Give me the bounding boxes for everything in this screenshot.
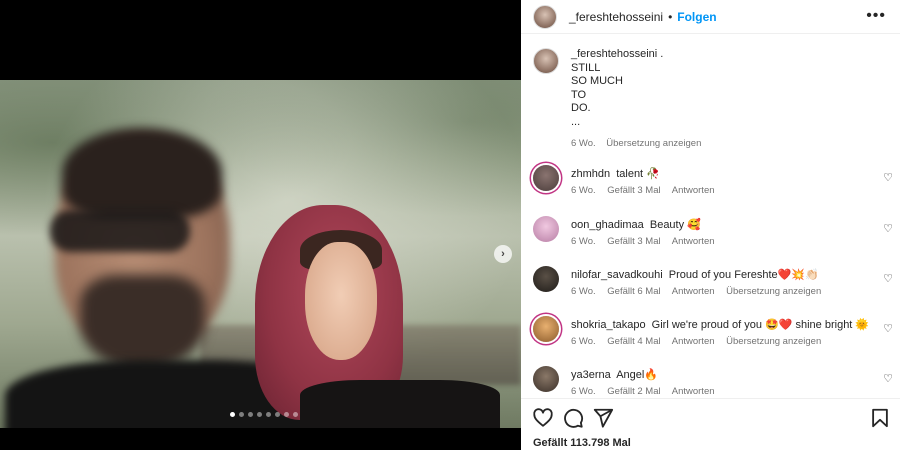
heart-icon[interactable] xyxy=(532,407,554,429)
comment-avatar[interactable] xyxy=(533,266,559,292)
carousel-indicator xyxy=(230,412,298,417)
bookmark-icon[interactable] xyxy=(869,407,891,429)
comment-text: talent 🥀 xyxy=(616,168,660,180)
carousel-dot xyxy=(257,412,262,417)
comment-reply-link[interactable]: Antworten xyxy=(672,236,715,247)
comment-like-heart-icon[interactable]: ♡ xyxy=(883,222,893,235)
caption-suffix: . xyxy=(657,48,664,60)
caption-username[interactable]: _fereshtehosseini xyxy=(571,48,657,60)
comment-username[interactable]: zhmhdn xyxy=(571,168,610,180)
carousel-dot xyxy=(239,412,244,417)
more-options-icon[interactable]: ••• xyxy=(866,7,886,25)
comment-likes[interactable]: Gefällt 3 Mal xyxy=(607,185,660,196)
likes-count[interactable]: Gefällt 113.798 Mal xyxy=(533,437,631,449)
comment-avatar[interactable] xyxy=(533,316,559,342)
header-separator: • xyxy=(668,9,673,24)
man-beard xyxy=(80,275,205,370)
comment-avatar[interactable] xyxy=(533,366,559,392)
post-actions-bar xyxy=(521,398,900,434)
comment-text: Proud of you Fereshte❤️💥👏🏻 xyxy=(668,269,819,281)
comment-like-heart-icon[interactable]: ♡ xyxy=(883,372,893,385)
comment-item: oon_ghadimaa Beauty 🥰 6 Wo. Gefällt 3 Ma… xyxy=(533,216,893,256)
comment-avatar[interactable] xyxy=(533,165,559,191)
caption-line: ... xyxy=(571,115,581,128)
woman-body xyxy=(300,380,500,428)
comment-age: 6 Wo. xyxy=(571,236,596,247)
caption-meta: 6 Wo. Übersetzung anzeigen xyxy=(571,137,709,151)
comment-item: shokria_takapo Girl we're proud of you 🤩… xyxy=(533,316,893,356)
next-image-button[interactable]: › xyxy=(494,245,512,263)
caption-line: TO xyxy=(571,88,587,101)
post-media: › xyxy=(0,0,521,450)
comment-likes[interactable]: Gefällt 6 Mal xyxy=(607,286,660,297)
comment-item: nilofar_savadkouhi Proud of you Fereshte… xyxy=(533,266,893,306)
comment-username[interactable]: oon_ghadimaa xyxy=(571,219,644,231)
comment-like-heart-icon[interactable]: ♡ xyxy=(883,171,893,184)
comment-likes[interactable]: Gefällt 4 Mal xyxy=(607,336,660,347)
caption-line: DO. xyxy=(571,102,591,114)
comment-age: 6 Wo. xyxy=(571,336,596,347)
comment-likes[interactable]: Gefällt 2 Mal xyxy=(607,386,660,397)
woman-face xyxy=(305,242,377,360)
comment-age: 6 Wo. xyxy=(571,286,596,297)
comment-text: Beauty 🥰 xyxy=(649,219,701,231)
comment-item: zhmhdn talent 🥀 6 Wo. Gefällt 3 Mal Antw… xyxy=(533,165,893,205)
comment-reply-link[interactable]: Antworten xyxy=(672,386,715,397)
carousel-dot xyxy=(248,412,253,417)
comment-reply-link[interactable]: Antworten xyxy=(672,286,715,297)
comment-avatar[interactable] xyxy=(533,216,559,242)
comment-icon[interactable] xyxy=(562,407,584,429)
send-icon[interactable] xyxy=(592,407,614,429)
comment-like-heart-icon[interactable]: ♡ xyxy=(883,272,893,285)
comment-likes[interactable]: Gefällt 3 Mal xyxy=(607,236,660,247)
caption-translate-link[interactable]: Übersetzung anzeigen xyxy=(606,138,701,149)
caption-avatar[interactable] xyxy=(533,48,559,74)
man-sunglasses xyxy=(50,210,190,252)
author-avatar[interactable] xyxy=(533,4,557,29)
carousel-dot xyxy=(230,412,235,417)
author-username[interactable]: _fereshtehosseini xyxy=(569,10,663,24)
comment-translate-link[interactable]: Übersetzung anzeigen xyxy=(726,336,821,347)
comment-username[interactable]: ya3erna xyxy=(571,369,611,381)
comment-reply-link[interactable]: Antworten xyxy=(672,185,715,196)
caption-age: 6 Wo. xyxy=(571,138,596,149)
post-header: _fereshtehosseini • Folgen ••• xyxy=(521,0,900,34)
comment-text: Girl we're proud of you 🤩❤️ shine bright… xyxy=(651,319,870,331)
carousel-dot xyxy=(293,412,298,417)
comment-username[interactable]: nilofar_savadkouhi xyxy=(571,269,663,281)
comment-like-heart-icon[interactable]: ♡ xyxy=(883,322,893,335)
comment-reply-link[interactable]: Antworten xyxy=(672,336,715,347)
comment-text: Angel🔥 xyxy=(616,369,659,381)
post-photo xyxy=(0,80,521,428)
post-caption: _fereshtehosseini . STILL SO MUCH TO DO.… xyxy=(533,48,883,151)
post-side-panel: _fereshtehosseini • Folgen ••• _fereshte… xyxy=(521,0,900,450)
comment-translate-link[interactable]: Übersetzung anzeigen xyxy=(726,286,821,297)
chevron-right-icon: › xyxy=(501,248,505,260)
comment-age: 6 Wo. xyxy=(571,185,596,196)
caption-line: STILL xyxy=(571,61,601,74)
carousel-dot xyxy=(284,412,289,417)
caption-line: SO MUCH xyxy=(571,75,623,87)
man-hair xyxy=(62,128,222,218)
comment-username[interactable]: shokria_takapo xyxy=(571,319,646,331)
carousel-dot xyxy=(275,412,280,417)
comment-age: 6 Wo. xyxy=(571,386,596,397)
follow-button[interactable]: Folgen xyxy=(677,10,716,24)
carousel-dot xyxy=(266,412,271,417)
